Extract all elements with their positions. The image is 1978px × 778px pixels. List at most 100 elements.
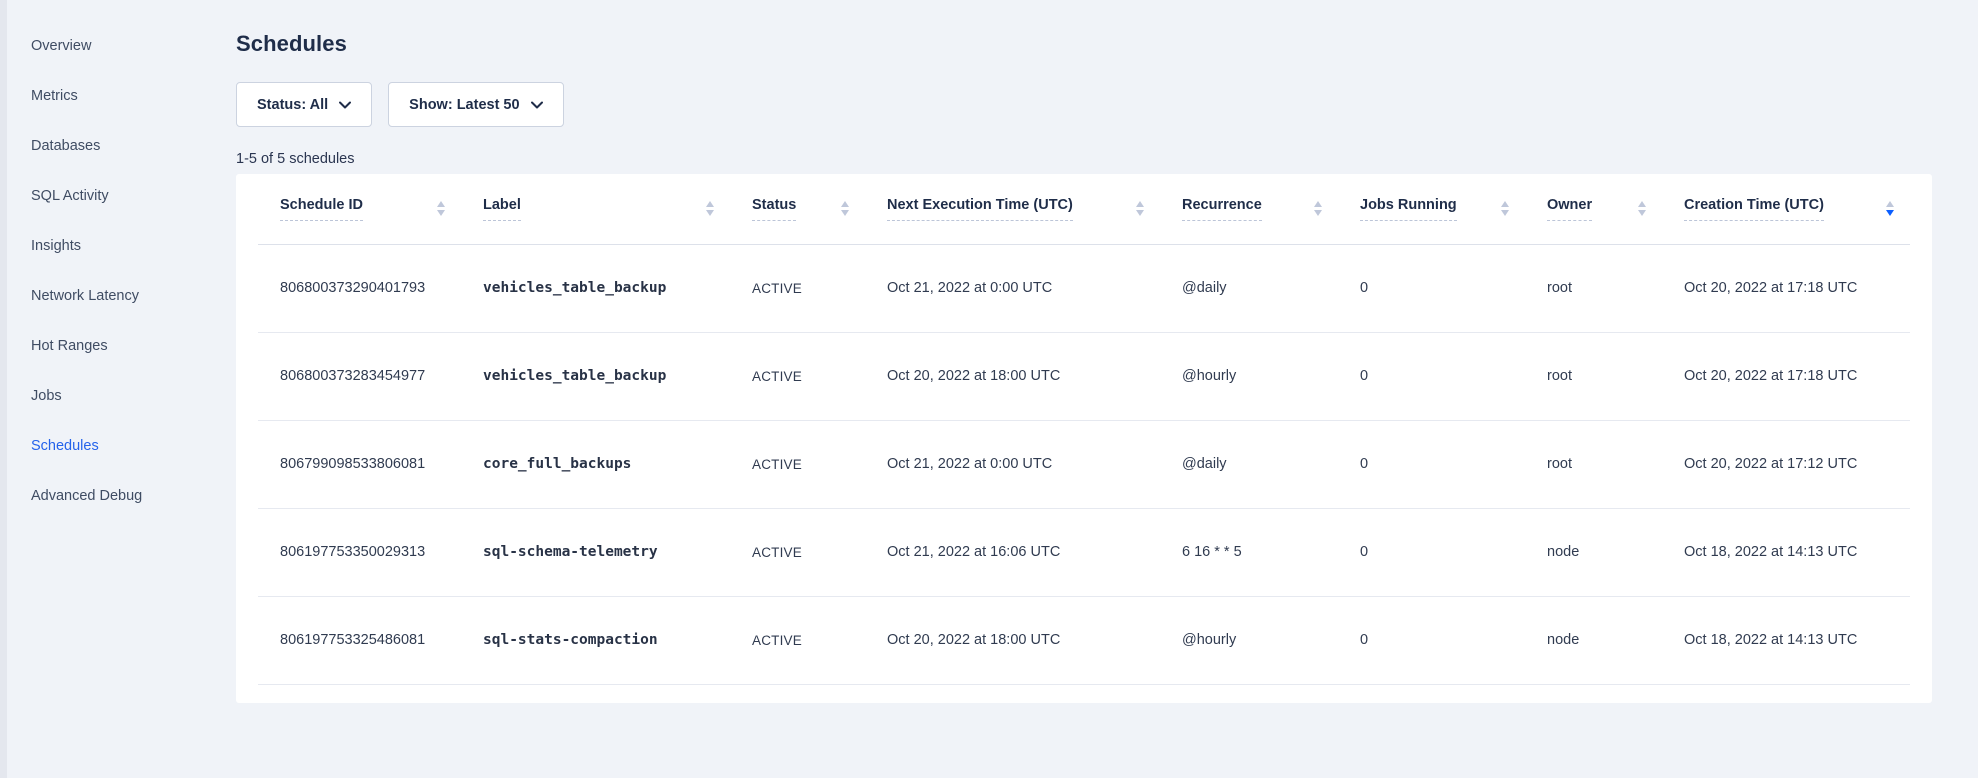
- cell-creation_time: Oct 18, 2022 at 14:13 UTC: [1662, 508, 1910, 596]
- page-title: Schedules: [236, 31, 1932, 57]
- cell-status: ACTIVE: [730, 508, 865, 596]
- cell-schedule_id: 806197753325486081: [258, 596, 461, 684]
- column-label-status: Status: [752, 197, 796, 221]
- sort-icon: [437, 201, 445, 216]
- sidebar-item-network-latency[interactable]: Network Latency: [7, 271, 236, 321]
- cell-label: sql-stats-compaction: [461, 596, 730, 684]
- sidebar-item-hot-ranges[interactable]: Hot Ranges: [7, 321, 236, 371]
- cell-status: ACTIVE: [730, 332, 865, 420]
- cell-owner: root: [1525, 332, 1662, 420]
- cell-recurrence: @daily: [1160, 244, 1338, 332]
- cell-creation_time: Oct 20, 2022 at 17:12 UTC: [1662, 420, 1910, 508]
- cell-next_execution: Oct 21, 2022 at 16:06 UTC: [865, 508, 1160, 596]
- results-summary: 1-5 of 5 schedules: [236, 149, 1932, 169]
- sort-asc-arrow-icon: [841, 201, 849, 207]
- cell-next_execution: Oct 21, 2022 at 0:00 UTC: [865, 420, 1160, 508]
- cell-schedule_id: 806799098533806081: [258, 420, 461, 508]
- sort-asc-arrow-icon: [1136, 201, 1144, 207]
- cell-jobs_running: 0: [1338, 332, 1525, 420]
- cell-creation_time: Oct 20, 2022 at 17:18 UTC: [1662, 244, 1910, 332]
- status-filter-label: Status: All: [257, 97, 328, 113]
- sort-desc-arrow-icon: [437, 210, 445, 216]
- cell-owner: root: [1525, 420, 1662, 508]
- column-label-schedule_id: Schedule ID: [280, 197, 363, 221]
- sort-asc-arrow-icon: [1638, 201, 1646, 207]
- column-header-owner[interactable]: Owner: [1525, 174, 1662, 244]
- column-header-creation_time[interactable]: Creation Time (UTC): [1662, 174, 1910, 244]
- cell-schedule_id: 806197753350029313: [258, 508, 461, 596]
- table-row: 806799098533806081core_full_backupsACTIV…: [258, 420, 1910, 508]
- sort-desc-arrow-icon: [706, 210, 714, 216]
- status-filter-dropdown[interactable]: Status: All: [236, 82, 372, 127]
- cell-schedule_id: 806800373283454977: [258, 332, 461, 420]
- cell-recurrence: @daily: [1160, 420, 1338, 508]
- table-header: Schedule ID Label Status Next Execution Tim…: [258, 174, 1910, 244]
- cell-schedule_id: 806800373290401793: [258, 244, 461, 332]
- column-label-label: Label: [483, 197, 521, 221]
- sort-asc-arrow-icon: [437, 201, 445, 207]
- main-content: Schedules Status: All Show: Latest 50 1-…: [236, 0, 1978, 778]
- cell-jobs_running: 0: [1338, 596, 1525, 684]
- table-row: 806197753350029313sql-schema-telemetryAC…: [258, 508, 1910, 596]
- sort-icon: [1501, 201, 1509, 216]
- sort-asc-arrow-icon: [1501, 201, 1509, 207]
- cell-status: ACTIVE: [730, 420, 865, 508]
- sidebar-item-schedules[interactable]: Schedules: [7, 421, 236, 471]
- cell-next_execution: Oct 20, 2022 at 18:00 UTC: [865, 332, 1160, 420]
- chevron-down-icon: [339, 101, 351, 109]
- cell-creation_time: Oct 20, 2022 at 17:18 UTC: [1662, 332, 1910, 420]
- schedules-table: Schedule ID Label Status Next Execution Tim…: [258, 174, 1910, 685]
- table-body: 806800373290401793vehicles_table_backupA…: [258, 244, 1910, 684]
- cell-next_execution: Oct 21, 2022 at 0:00 UTC: [865, 244, 1160, 332]
- cell-creation_time: Oct 18, 2022 at 14:13 UTC: [1662, 596, 1910, 684]
- sort-icon: [1886, 201, 1894, 216]
- sidebar-item-advanced-debug[interactable]: Advanced Debug: [7, 471, 236, 521]
- sort-desc-arrow-icon: [841, 210, 849, 216]
- sort-desc-arrow-icon: [1501, 210, 1509, 216]
- table-row: 806800373290401793vehicles_table_backupA…: [258, 244, 1910, 332]
- cell-status: ACTIVE: [730, 596, 865, 684]
- sidebar-item-jobs[interactable]: Jobs: [7, 371, 236, 421]
- cell-status: ACTIVE: [730, 244, 865, 332]
- sort-icon: [841, 201, 849, 216]
- column-header-recurrence[interactable]: Recurrence: [1160, 174, 1338, 244]
- cell-jobs_running: 0: [1338, 420, 1525, 508]
- cell-owner: node: [1525, 508, 1662, 596]
- sort-desc-arrow-icon: [1638, 210, 1646, 216]
- window-left-edge: [0, 0, 7, 778]
- sort-icon: [1314, 201, 1322, 216]
- sort-icon: [706, 201, 714, 216]
- sort-desc-arrow-icon: [1886, 210, 1894, 216]
- cell-owner: node: [1525, 596, 1662, 684]
- cell-label: vehicles_table_backup: [461, 332, 730, 420]
- sidebar-item-overview[interactable]: Overview: [7, 21, 236, 71]
- sidebar-item-sql-activity[interactable]: SQL Activity: [7, 171, 236, 221]
- table-row: 806800373283454977vehicles_table_backupA…: [258, 332, 1910, 420]
- sidebar-item-databases[interactable]: Databases: [7, 121, 236, 171]
- show-filter-dropdown[interactable]: Show: Latest 50: [388, 82, 563, 127]
- sort-icon: [1638, 201, 1646, 216]
- sidebar-item-insights[interactable]: Insights: [7, 221, 236, 271]
- cell-recurrence: @hourly: [1160, 596, 1338, 684]
- column-label-jobs_running: Jobs Running: [1360, 197, 1457, 221]
- column-header-label[interactable]: Label: [461, 174, 730, 244]
- cell-label: vehicles_table_backup: [461, 244, 730, 332]
- column-header-next_execution[interactable]: Next Execution Time (UTC): [865, 174, 1160, 244]
- sort-desc-arrow-icon: [1314, 210, 1322, 216]
- column-header-status[interactable]: Status: [730, 174, 865, 244]
- column-label-owner: Owner: [1547, 197, 1592, 221]
- sort-icon: [1136, 201, 1144, 216]
- cell-recurrence: 6 16 * * 5: [1160, 508, 1338, 596]
- sidebar: OverviewMetricsDatabasesSQL ActivityInsi…: [7, 0, 236, 778]
- chevron-down-icon: [531, 101, 543, 109]
- cell-next_execution: Oct 20, 2022 at 18:00 UTC: [865, 596, 1160, 684]
- sort-desc-arrow-icon: [1136, 210, 1144, 216]
- cell-recurrence: @hourly: [1160, 332, 1338, 420]
- column-header-schedule_id[interactable]: Schedule ID: [258, 174, 461, 244]
- cell-jobs_running: 0: [1338, 508, 1525, 596]
- filter-bar: Status: All Show: Latest 50: [236, 82, 1932, 127]
- show-filter-label: Show: Latest 50: [409, 97, 519, 113]
- sidebar-item-metrics[interactable]: Metrics: [7, 71, 236, 121]
- header-row: Schedule ID Label Status Next Execution Tim…: [258, 174, 1910, 244]
- column-header-jobs_running[interactable]: Jobs Running: [1338, 174, 1525, 244]
